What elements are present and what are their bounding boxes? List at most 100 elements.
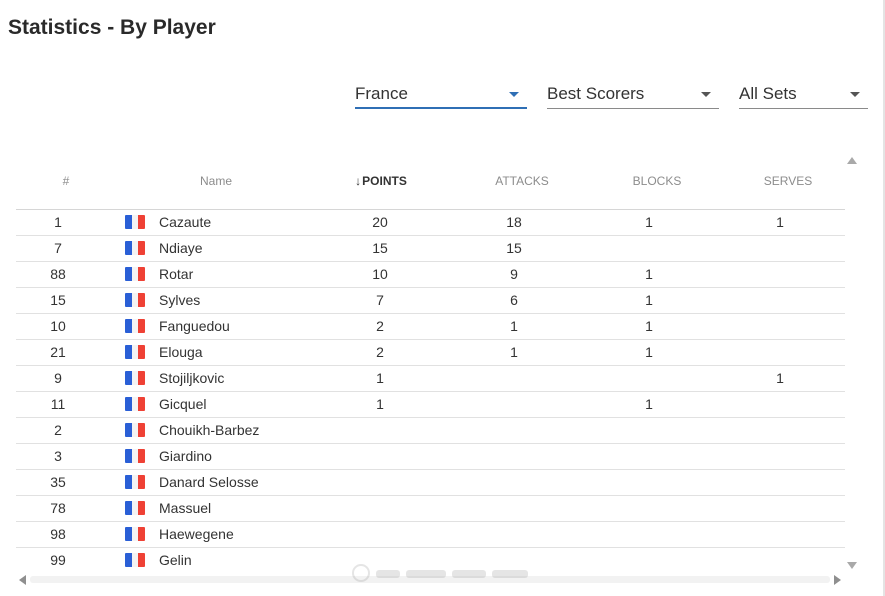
france-flag-icon [125,475,145,489]
flag-stripe [131,345,139,359]
attacks-value: 9 [510,266,518,282]
table-row[interactable]: 11 Gicquel 1 1 [16,392,845,418]
chevron-down-icon [509,92,519,97]
stat-type-select[interactable]: Best Scorers [547,82,719,109]
scroll-up-icon[interactable] [847,157,857,164]
france-flag-icon [125,553,145,567]
points-value: 15 [372,240,388,256]
table-row[interactable]: 9 Stojiljkovic 1 1 [16,366,845,392]
page-title: Statistics - By Player [8,16,216,39]
table-row[interactable]: 21 Elouga 2 1 1 [16,340,845,366]
player-number: 9 [54,370,62,386]
flag-stripe [138,501,145,515]
player-name: Chouikh-Barbez [159,422,260,438]
player-number: 88 [50,266,66,282]
table-row[interactable]: 98 Haewegene [16,522,845,548]
country-select[interactable]: France [355,82,527,109]
flag-stripe [138,423,145,437]
flag-stripe [131,423,139,437]
country-select-value: France [355,84,408,103]
points-value: 1 [376,370,384,386]
blocks-value: 1 [645,292,653,308]
player-stats-table: # Name ↓POINTS ATTACKS BLOCKS SERVES 1 Ca… [16,160,845,570]
table-row[interactable]: 88 Rotar 10 9 1 [16,262,845,288]
chevron-down-icon [701,92,711,97]
player-number: 98 [50,526,66,542]
scroll-right-icon[interactable] [834,575,841,585]
sort-descending-icon: ↓ [355,174,362,188]
player-number: 1 [54,214,62,230]
column-header-name[interactable]: Name [200,174,232,188]
flag-stripe [131,371,139,385]
table-row[interactable]: 3 Giardino [16,444,845,470]
flag-stripe [131,449,139,463]
table-row[interactable]: 10 Fanguedou 2 1 1 [16,314,845,340]
france-flag-icon [125,501,145,515]
watermark [352,562,532,584]
column-header-number[interactable]: # [63,174,70,188]
flag-stripe [138,215,145,229]
table-row[interactable]: 15 Sylves 7 6 1 [16,288,845,314]
table-row[interactable]: 2 Chouikh-Barbez [16,418,845,444]
flag-stripe [131,553,139,567]
player-number: 7 [54,240,62,256]
france-flag-icon [125,293,145,307]
points-value: 10 [372,266,388,282]
france-flag-icon [125,241,145,255]
chevron-down-icon [850,92,860,97]
sets-select[interactable]: All Sets [739,82,868,109]
table-row[interactable]: 1 Cazaute 20 18 1 1 [16,210,845,236]
flag-stripe [131,501,139,515]
watermark-logo-icon [352,564,370,582]
flag-stripe [138,293,145,307]
player-name: Stojiljkovic [159,370,225,386]
flag-stripe [138,319,145,333]
player-number: 21 [50,344,66,360]
points-value: 1 [376,396,384,412]
flag-stripe [138,449,145,463]
points-value: 20 [372,214,388,230]
player-number: 78 [50,500,66,516]
player-name: Giardino [159,448,212,464]
flag-stripe [125,267,132,281]
table-row[interactable]: 78 Massuel [16,496,845,522]
flag-stripe [131,267,139,281]
table-body: 1 Cazaute 20 18 1 1 7 Ndiaye 15 15 88 Rotar 10 9 1 15 Sy… [16,210,845,570]
player-name: Fanguedou [159,318,230,334]
blocks-value: 1 [645,396,653,412]
flag-stripe [131,241,139,255]
blocks-value: 1 [645,344,653,360]
flag-stripe [125,293,132,307]
table-row[interactable]: 7 Ndiaye 15 15 [16,236,845,262]
flag-stripe [138,267,145,281]
player-name: Gicquel [159,396,207,412]
player-name: Ndiaye [159,240,203,256]
table-header: # Name ↓POINTS ATTACKS BLOCKS SERVES [16,160,845,210]
flag-stripe [138,397,145,411]
player-name: Danard Selosse [159,474,259,490]
sets-select-value: All Sets [739,84,797,103]
flag-stripe [131,475,139,489]
flag-stripe [131,319,139,333]
flag-stripe [125,527,132,541]
player-name: Massuel [159,500,212,516]
player-number: 99 [50,552,66,568]
player-name: Cazaute [159,214,212,230]
column-header-serves[interactable]: SERVES [764,174,812,188]
scroll-left-icon[interactable] [19,575,26,585]
column-header-points[interactable]: ↓POINTS [355,174,407,188]
attacks-value: 18 [506,214,522,230]
points-value: 2 [376,344,384,360]
flag-stripe [125,423,132,437]
table-row[interactable]: 35 Danard Selosse [16,470,845,496]
scroll-down-icon[interactable] [847,562,857,569]
player-number: 35 [50,474,66,490]
flag-stripe [125,397,132,411]
flag-stripe [138,345,145,359]
blocks-value: 1 [645,214,653,230]
column-header-points-label: POINTS [362,174,407,188]
player-name: Elouga [159,344,203,360]
column-header-attacks[interactable]: ATTACKS [495,174,549,188]
player-name: Gelin [159,552,192,568]
column-header-blocks[interactable]: BLOCKS [633,174,682,188]
